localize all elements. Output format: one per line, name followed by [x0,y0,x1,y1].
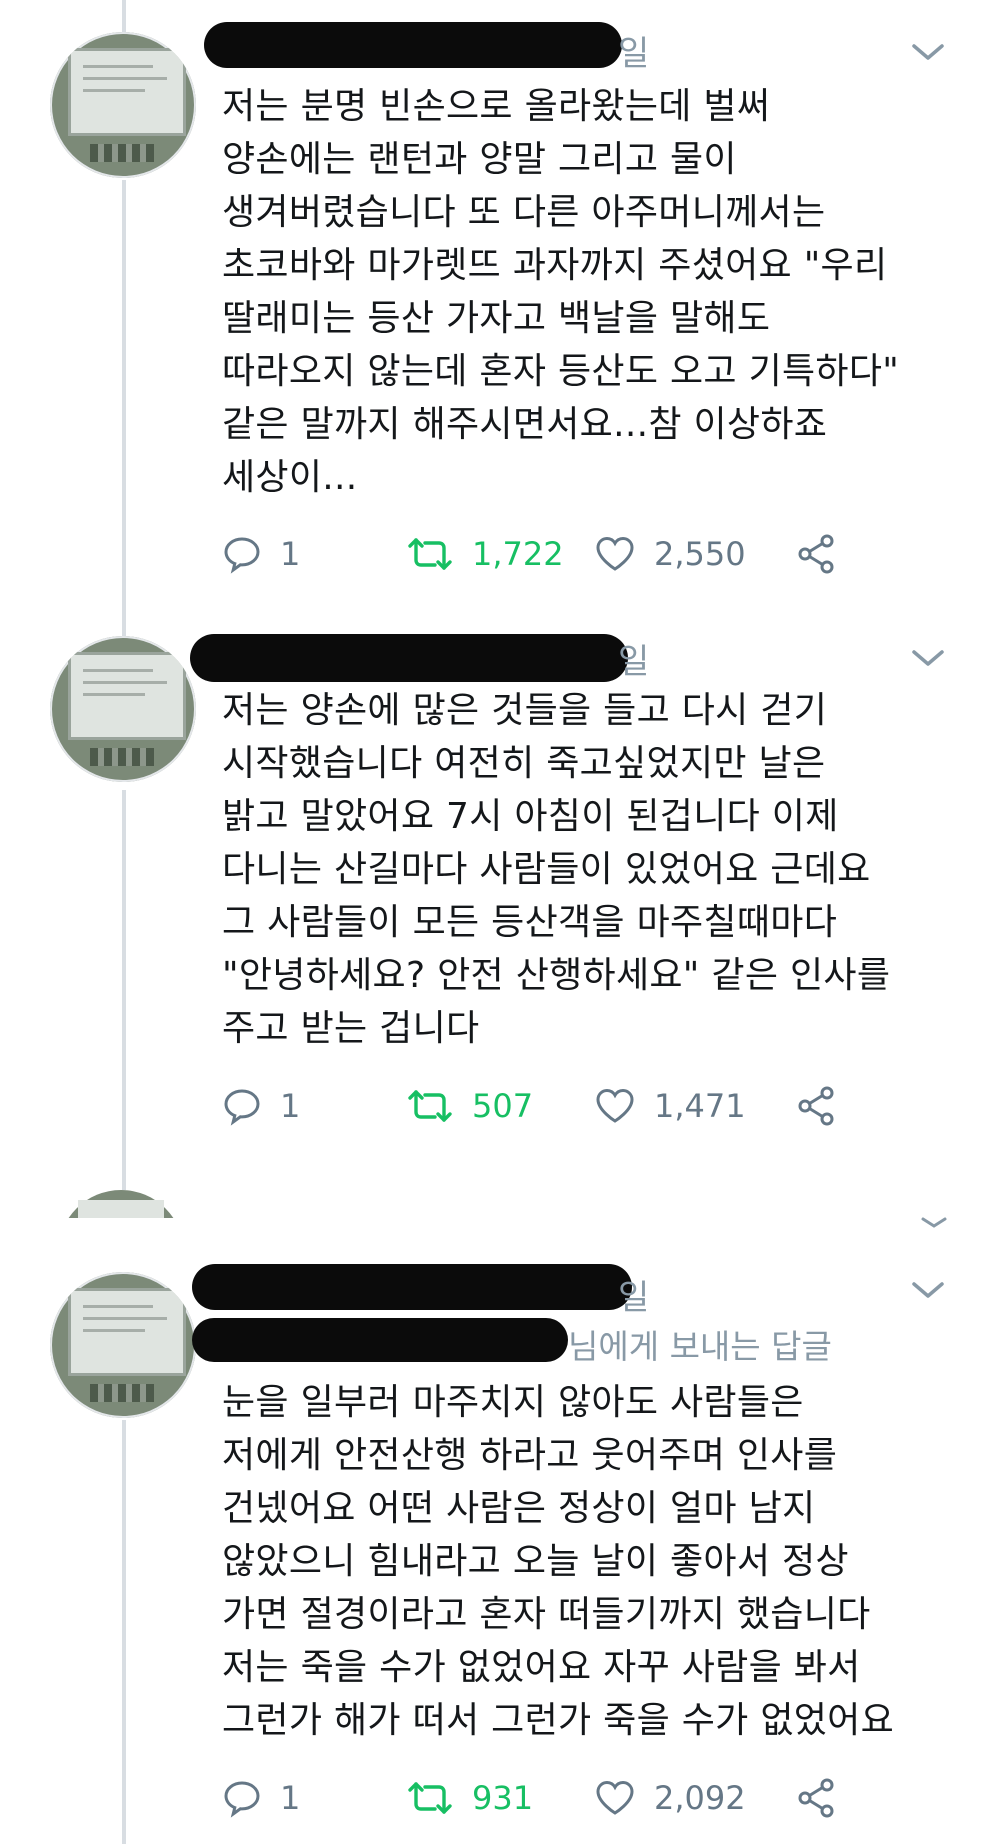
tweet-text-line: 생겨버렸습니다 또 다른 아주머니께서는 [222,192,826,233]
reply-icon [224,1089,260,1126]
tweet-text-line: 세상이... [222,457,358,498]
chevron-down-icon[interactable] [910,646,946,670]
tweet[interactable]: 일 저는 양손에 많은 것들을 들고 다시 걷기 시작했습니다 여전히 죽고싶었… [0,620,1000,1180]
retweet-button[interactable]: 507 [406,1076,533,1136]
tweet-text: 눈을 일부러 마주치지 않아도 사람들은 저에게 안전산행 하라고 웃어주며 인… [222,1376,962,1747]
like-count: 1,471 [654,1087,746,1125]
tweet-text-line: 저는 분명 빈손으로 올라왔는데 벌써 [222,86,771,127]
tweet-text-line: 저는 양손에 많은 것들을 들고 다시 걷기 [222,690,828,731]
tweet[interactable]: 일 님에게 보내는 답글 눈을 일부러 마주치지 않아도 사람들은 저에게 안전… [0,1250,1000,1844]
retweet-icon [408,1090,452,1122]
heart-icon [596,536,634,571]
tweet-actions: 1 507 1,471 [222,1076,962,1136]
tweet-text-line: 건넸어요 어떤 사람은 정상이 얼마 남지 [222,1488,816,1529]
tweet-timestamp: 일 [618,642,650,682]
reply-icon [224,1781,260,1818]
tweet-text-line: 따라오지 않는데 혼자 등산도 오고 기특하다" [222,351,900,392]
retweet-button[interactable]: 1,722 [406,524,564,584]
share-button[interactable] [796,1768,838,1828]
retweet-icon [408,538,452,570]
reply-count: 1 [280,1779,301,1817]
chevron-down-icon[interactable] [910,1278,946,1302]
chevron-down-icon [921,1217,947,1228]
tweet-text-line: 그 사람들이 모든 등산객을 마주칠때마다 [222,902,838,943]
tweet-text-line: 눈을 일부러 마주치지 않아도 사람들은 [222,1382,804,1423]
avatar-cropped [58,1190,184,1218]
retweet-count: 507 [472,1087,534,1125]
reply-count: 1 [280,535,301,573]
tweet-actions: 1 1,722 2,550 [222,524,962,584]
tweet-text-line: "안녕하세요? 안전 산행하세요" 같은 인사를 [222,955,891,996]
tweet-text-line: 않았으니 힘내라고 오늘 날이 좋아서 정상 [222,1541,849,1582]
reply-to-label[interactable]: 님에게 보내는 답글 [568,1320,832,1368]
retweet-count: 931 [472,1779,534,1817]
redacted-reply-target [192,1318,568,1362]
tweet-text-line: 밝고 말았어요 7시 아침이 된겁니다 이제 [222,796,839,837]
tweet-text: 저는 분명 빈손으로 올라왔는데 벌써 양손에는 랜턴과 양말 그리고 물이 생… [222,80,962,504]
retweet-count: 1,722 [472,535,564,573]
reply-icon [224,537,260,574]
heart-icon [596,1088,634,1123]
tweet-actions: 1 931 2,092 [222,1768,962,1828]
tweet-text-line: 양손에는 랜턴과 양말 그리고 물이 [222,139,737,180]
tweet-text-line: 시작했습니다 여전히 죽고싶었지만 날은 [222,743,826,784]
avatar[interactable] [50,1272,196,1418]
reply-button[interactable]: 1 [222,524,300,584]
share-button[interactable] [796,1076,838,1136]
tweet[interactable]: 일 저는 분명 빈손으로 올라왔는데 벌써 양손에는 랜턴과 양말 그리고 물이… [0,0,1000,600]
chevron-down-icon[interactable] [910,40,946,64]
share-icon [798,1086,834,1126]
avatar[interactable] [50,32,196,178]
like-button[interactable]: 1,471 [594,1076,746,1136]
share-button[interactable] [796,524,838,584]
tweet-text-line: 저에게 안전산행 하라고 웃어주며 인사를 [222,1435,838,1476]
tweet-text-line: 주고 받는 겁니다 [222,1008,480,1049]
redacted-username [204,22,622,68]
share-icon [798,1778,834,1818]
tweet-text: 저는 양손에 많은 것들을 들고 다시 걷기 시작했습니다 여전히 죽고싶었지만… [222,684,962,1055]
tweet-text-line: 그런가 해가 떠서 그런가 죽을 수가 없었어요 [222,1700,895,1741]
share-icon [798,534,834,574]
avatar[interactable] [50,636,196,782]
redacted-username [190,634,628,682]
retweet-icon [408,1782,452,1814]
like-count: 2,550 [654,535,746,573]
redacted-username [192,1264,632,1310]
tweet-text-line: 다니는 산길마다 사람들이 있었어요 근데요 [222,849,871,890]
heart-icon [596,1780,634,1815]
tweet-text-line: 딸래미는 등산 가자고 백날을 말해도 [222,298,771,339]
like-button[interactable]: 2,550 [594,524,746,584]
tweet-text-line: 가면 절경이라고 혼자 떠들기까지 했습니다 [222,1594,871,1635]
reply-button[interactable]: 1 [222,1076,300,1136]
tweet-text-line: 같은 말까지 해주시면서요...참 이상하죠 [222,404,828,445]
like-count: 2,092 [654,1779,746,1817]
tweet-timestamp: 일 [618,34,650,74]
tweet-text-line: 저는 죽을 수가 없었어요 자꾸 사람을 봐서 [222,1647,861,1688]
reply-count: 1 [280,1087,301,1125]
tweet-text-line: 초코바와 마가렛뜨 과자까지 주셨어요 "우리 [222,245,888,286]
tweet-timestamp: 일 [618,1278,650,1318]
like-button[interactable]: 2,092 [594,1768,746,1828]
reply-button[interactable]: 1 [222,1768,300,1828]
retweet-button[interactable]: 931 [406,1768,533,1828]
